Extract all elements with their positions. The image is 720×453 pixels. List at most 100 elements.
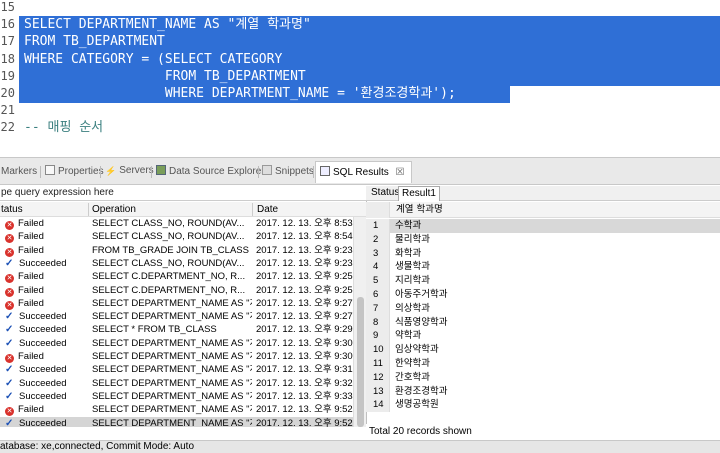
scrollbar-thumb[interactable] bbox=[357, 297, 364, 427]
tab-snippets[interactable]: Snippets bbox=[262, 165, 314, 181]
status-cell: ✓ Succeeded bbox=[5, 417, 89, 428]
status-cell: ✕ Failed bbox=[5, 270, 89, 284]
tab-data-source-explorer[interactable]: Data Source Explorer bbox=[156, 165, 265, 181]
code-text[interactable]: -- 매핑 순서 bbox=[24, 119, 103, 136]
code-text[interactable]: WHERE DEPARTMENT_NAME = '환경조경학과'); bbox=[24, 85, 456, 102]
tab-servers[interactable]: ⚡ Servers bbox=[105, 165, 154, 181]
operation-cell: SELECT DEPARTMENT_NAME AS "계... bbox=[92, 297, 252, 309]
succeeded-icon: ✓ bbox=[5, 377, 14, 389]
result-row[interactable]: 8 식품영양학과 bbox=[366, 315, 720, 330]
history-row[interactable]: ✕ Failed SELECT C.DEPARTMENT_NO, R... 2017.… bbox=[0, 284, 353, 297]
history-row[interactable]: ✓ Succeeded SELECT DEPARTMENT_NAME AS "계..… bbox=[0, 390, 353, 403]
operation-cell: SELECT DEPARTMENT_NAME AS "계... bbox=[92, 390, 252, 402]
tab-sql-results[interactable]: SQL Results ☒ bbox=[315, 161, 412, 183]
editor-line[interactable]: 21 bbox=[0, 102, 720, 119]
department-name-cell: 화학과 bbox=[395, 247, 422, 259]
result-row[interactable]: 13 환경조경학과 bbox=[366, 384, 720, 399]
tab-markers[interactable]: Markers bbox=[1, 165, 37, 181]
result-row[interactable]: 6 아동주거학과 bbox=[366, 288, 720, 302]
status-label: Failed bbox=[18, 297, 44, 309]
row-number: 4 bbox=[366, 260, 390, 275]
editor-line[interactable]: 17 FROM TB_DEPARTMENT bbox=[0, 33, 720, 50]
editor-line[interactable]: 18 WHERE CATEGORY = (SELECT CATEGORY bbox=[0, 51, 720, 68]
status-cell: ✓ Succeeded bbox=[5, 323, 89, 336]
line-number: 22 bbox=[0, 120, 15, 135]
history-row[interactable]: ✕ Failed SELECT DEPARTMENT_NAME AS "계... 20… bbox=[0, 350, 353, 363]
code-text[interactable]: FROM TB_DEPARTMENT bbox=[24, 33, 165, 50]
status-label: Failed bbox=[18, 271, 44, 283]
code-text[interactable]: WHERE CATEGORY = (SELECT CATEGORY bbox=[24, 51, 282, 68]
column-operation[interactable]: Operation bbox=[92, 202, 136, 217]
result-row[interactable]: 9 약학과 bbox=[366, 329, 720, 344]
servers-icon: ⚡ bbox=[105, 166, 117, 176]
status-label: Succeeded bbox=[19, 324, 67, 336]
tab-result1[interactable]: Result1 bbox=[398, 186, 440, 201]
department-name-cell: 아동주거학과 bbox=[395, 289, 448, 300]
result-row[interactable]: 3 화학과 bbox=[366, 246, 720, 261]
tab-properties[interactable]: Properties bbox=[45, 165, 104, 181]
result-row[interactable]: 5 지리학과 bbox=[366, 274, 720, 288]
result-row[interactable]: 11 한약학과 bbox=[366, 357, 720, 371]
result-row[interactable]: 12 간호학과 bbox=[366, 370, 720, 385]
succeeded-icon: ✓ bbox=[5, 337, 14, 349]
department-name-cell: 환경조경학과 bbox=[395, 385, 448, 397]
line-number: 19 bbox=[0, 68, 15, 83]
failed-icon: ✕ bbox=[5, 221, 14, 230]
history-row[interactable]: ✓ Succeeded SELECT DEPARTMENT_NAME AS "계..… bbox=[0, 337, 353, 350]
history-row[interactable]: ✓ Succeeded SELECT DEPARTMENT_NAME AS "계..… bbox=[0, 363, 353, 376]
query-filter-input[interactable]: pe query expression here bbox=[0, 186, 366, 201]
editor-line[interactable]: 20 WHERE DEPARTMENT_NAME = '환경조경학과'); bbox=[0, 85, 720, 102]
status-label: Succeeded bbox=[19, 390, 67, 402]
editor-line[interactable]: 15 bbox=[0, 0, 720, 16]
history-row[interactable]: ✓ Succeeded SELECT DEPARTMENT_NAME AS "계..… bbox=[0, 377, 353, 390]
history-row[interactable]: ✕ Failed SELECT CLASS_NO, ROUND(AV... 2017.… bbox=[0, 217, 353, 230]
editor-line[interactable]: 16 SELECT DEPARTMENT_NAME AS "계열 학과명" bbox=[0, 16, 720, 33]
properties-icon bbox=[45, 165, 55, 175]
close-icon[interactable]: ☒ bbox=[396, 167, 405, 178]
history-row[interactable]: ✕ Failed SELECT C.DEPARTMENT_NO, R... 2017.… bbox=[0, 270, 353, 284]
failed-icon: ✕ bbox=[5, 247, 14, 257]
date-cell: 2017. 12. 13. 오후 9:23: bbox=[256, 244, 353, 256]
department-name-cell: 물리학과 bbox=[395, 233, 430, 245]
date-cell: 2017. 12. 13. 오후 9:30: bbox=[256, 337, 353, 349]
status-cell: ✓ Succeeded bbox=[5, 390, 89, 403]
history-row[interactable]: ✓ Succeeded SELECT CLASS_NO, ROUND(AV... 20… bbox=[0, 257, 353, 270]
row-number: 5 bbox=[366, 274, 390, 288]
result-row[interactable]: 4 생물학과 bbox=[366, 260, 720, 275]
status-label: Failed bbox=[18, 231, 44, 243]
result-row[interactable]: 14 생명공학원 bbox=[366, 398, 720, 412]
history-row[interactable]: ✓ Succeeded SELECT DEPARTMENT_NAME AS "계..… bbox=[0, 310, 353, 323]
history-row[interactable]: ✓ Succeeded SELECT * FROM TB_CLASS 2017. 12… bbox=[0, 323, 353, 336]
history-row[interactable]: ✕ Failed FROM TB_GRADE JOIN TB_CLASS USI..… bbox=[0, 244, 353, 257]
result-row[interactable]: 1 수학과 bbox=[366, 219, 720, 233]
code-text[interactable]: SELECT DEPARTMENT_NAME AS "계열 학과명" bbox=[24, 16, 311, 33]
date-cell: 2017. 12. 13. 오후 9:32: bbox=[256, 377, 353, 389]
line-number: 21 bbox=[0, 103, 15, 118]
failed-icon: ✕ bbox=[5, 354, 14, 363]
code-text[interactable]: FROM TB_DEPARTMENT bbox=[24, 68, 306, 85]
status-cell: ✕ Failed bbox=[5, 230, 89, 244]
history-scrollbar[interactable] bbox=[353, 217, 366, 427]
sql-editor[interactable]: 15 16 SELECT DEPARTMENT_NAME AS "계열 학과명" 17… bbox=[0, 0, 720, 155]
department-name-cell: 임상약학과 bbox=[395, 344, 439, 356]
editor-line[interactable]: 19 FROM TB_DEPARTMENT bbox=[0, 68, 720, 85]
status-label: Succeeded bbox=[19, 311, 67, 323]
column-date[interactable]: Date bbox=[257, 202, 278, 217]
date-cell: 2017. 12. 13. 오후 9:23: bbox=[256, 257, 353, 269]
column-status[interactable]: tatus bbox=[1, 202, 23, 217]
result-row[interactable]: 7 의상학과 bbox=[366, 301, 720, 316]
department-name-cell: 생명공학원 bbox=[395, 399, 439, 411]
history-row[interactable]: ✕ Failed SELECT CLASS_NO, ROUND(AV... 2017.… bbox=[0, 230, 353, 244]
date-cell: 2017. 12. 13. 오후 9:33: bbox=[256, 390, 353, 402]
row-number: 6 bbox=[366, 288, 390, 302]
result-row[interactable]: 2 물리학과 bbox=[366, 232, 720, 247]
history-row[interactable]: ✓ Succeeded SELECT DEPARTMENT_NAME AS "계..… bbox=[0, 416, 353, 428]
column-department-name[interactable]: 계열 학과명 bbox=[396, 202, 443, 218]
failed-icon: ✕ bbox=[5, 234, 14, 244]
history-row[interactable]: ✕ Failed SELECT DEPARTMENT_NAME AS "계... 20… bbox=[0, 297, 353, 310]
view-tab-bar: Markers Properties ⚡ Servers Data Source … bbox=[0, 157, 720, 185]
result-row[interactable]: 10 임상약학과 bbox=[366, 343, 720, 357]
history-row[interactable]: ✕ Failed SELECT DEPARTMENT_NAME AS "계... 20… bbox=[0, 403, 353, 417]
editor-line[interactable]: 22 -- 매핑 순서 bbox=[0, 119, 720, 136]
status-label: Failed bbox=[18, 244, 44, 256]
